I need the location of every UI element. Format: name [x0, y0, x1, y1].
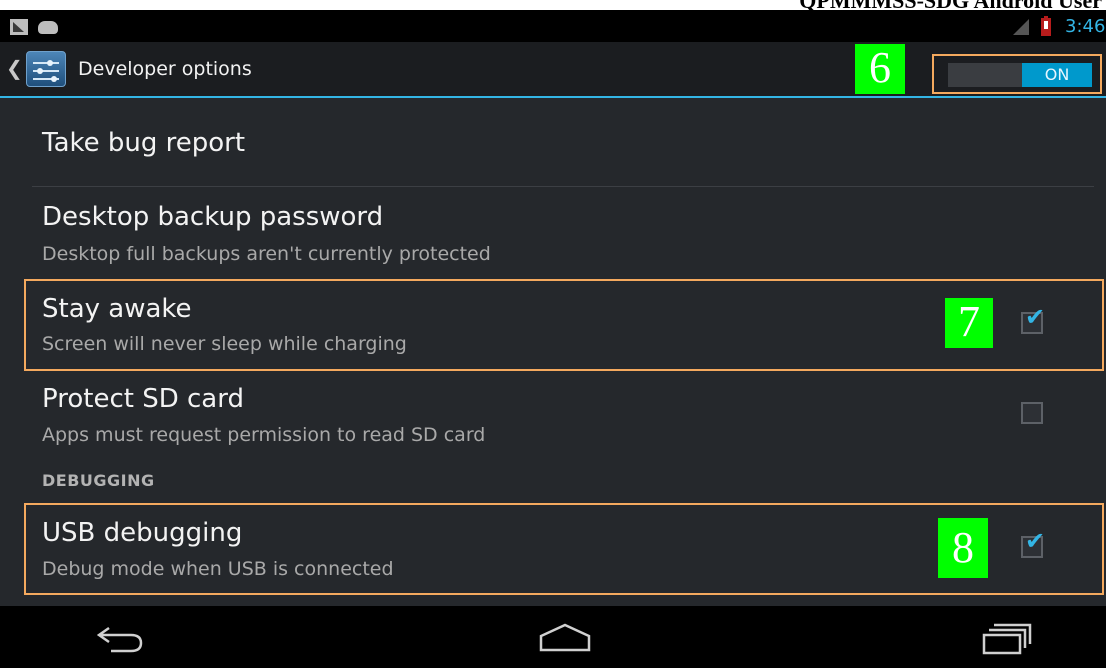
battery-warning-mark	[1044, 21, 1048, 29]
home-icon[interactable]	[537, 622, 593, 654]
toggle-highlight-box: ON	[932, 54, 1102, 94]
signal-icon	[1013, 19, 1029, 35]
up-navigation[interactable]: ❮ Developer options	[0, 42, 260, 96]
annotation-badge-6: 6	[855, 44, 905, 94]
toggle-on-thumb: ON	[1022, 63, 1092, 87]
checkmark-icon: ✔	[1025, 303, 1046, 331]
section-header-debugging: DEBUGGING	[42, 471, 155, 490]
action-bar-divider	[0, 96, 1106, 98]
setting-usb-debugging[interactable]: USB debugging Debug mode when USB is con…	[0, 505, 1106, 593]
status-time: 3:46	[1065, 16, 1106, 37]
annotation-badge-7: 7	[945, 298, 993, 348]
list-divider	[32, 186, 1094, 187]
setting-protect-sd-card[interactable]: Protect SD card Apps must request permis…	[0, 372, 1106, 460]
navigation-bar	[0, 606, 1106, 668]
recent-apps-icon[interactable]	[980, 622, 1034, 656]
setting-summary: Screen will never sleep while charging	[42, 333, 407, 355]
developer-options-toggle[interactable]: ON	[948, 63, 1092, 87]
checkmark-icon: ✔	[1025, 527, 1046, 555]
setting-title: Stay awake	[42, 294, 192, 324]
setting-title: USB debugging	[42, 518, 243, 548]
gallery-notification-icon	[10, 19, 28, 35]
setting-stay-awake[interactable]: Stay awake Screen will never sleep while…	[0, 281, 1106, 369]
back-icon[interactable]	[97, 624, 145, 654]
android-screen: 3:46 ❮ Developer options 6 ON Take bug r…	[0, 12, 1106, 668]
annotation-badge-8: 8	[938, 518, 988, 578]
status-bar: 3:46	[0, 12, 1106, 42]
page-title: Developer options	[78, 58, 252, 80]
usb-debugging-checkbox[interactable]: ✔	[1021, 529, 1045, 558]
setting-summary: Desktop full backups aren't currently pr…	[42, 243, 491, 265]
stay-awake-checkbox[interactable]: ✔	[1021, 305, 1045, 334]
setting-title: Protect SD card	[42, 384, 244, 414]
setting-title: Take bug report	[42, 128, 246, 158]
chevron-left-icon: ❮	[6, 56, 23, 80]
setting-desktop-backup-password[interactable]: Desktop backup password Desktop full bac…	[0, 188, 1106, 276]
android-notification-icon	[38, 21, 58, 34]
setting-take-bug-report[interactable]: Take bug report	[0, 100, 1106, 186]
setting-summary: Debug mode when USB is connected	[42, 558, 394, 580]
protect-sd-checkbox[interactable]	[1021, 402, 1043, 424]
action-bar: ❮ Developer options 6 ON	[0, 42, 1106, 96]
setting-title: Desktop backup password	[42, 202, 384, 232]
developer-settings-icon	[26, 51, 66, 87]
setting-summary: Apps must request permission to read SD …	[42, 424, 486, 446]
